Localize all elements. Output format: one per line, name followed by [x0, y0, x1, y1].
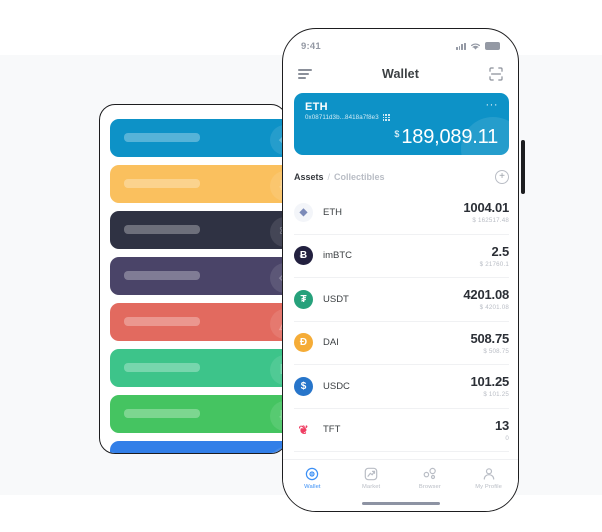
tab-my-profile[interactable]: My Profile: [459, 467, 518, 490]
tab-label: Browser: [418, 484, 441, 490]
usdt-token-icon: ₮: [294, 289, 313, 309]
card-stack-panel: ◆Ƀ⚛◇△NɃŁ: [99, 104, 287, 454]
wifi-icon: [471, 43, 480, 50]
status-time: 9:41: [301, 40, 321, 52]
asset-row[interactable]: ◆ ETH 1004.01 $ 162517.48: [294, 191, 509, 235]
asset-row[interactable]: Đ DAI 508.75 $ 508.75: [294, 322, 509, 365]
stack-card-placeholder-bar: [124, 271, 200, 280]
hamburger-menu-icon[interactable]: [298, 69, 312, 79]
asset-symbol: ETH: [323, 206, 342, 218]
asset-fiat-value: $ 162517.48: [472, 217, 509, 225]
asset-symbol: USDT: [323, 293, 349, 305]
screenshot-stage: ◆Ƀ⚛◇△NɃŁ 9:41 Wa: [0, 0, 602, 532]
asset-values: 508.75 $ 508.75: [470, 331, 509, 355]
asset-symbol: USDC: [323, 380, 350, 392]
asset-amount: 4201.08: [463, 287, 509, 303]
asset-fiat-value: $ 101.25: [483, 391, 509, 399]
stack-card-ethereum[interactable]: ◆: [110, 119, 286, 157]
card-address-row[interactable]: 0x08711d3b...8418a7f8e3: [305, 114, 498, 121]
asset-fiat-value: 0: [505, 434, 509, 442]
phone-power-button[interactable]: [521, 140, 525, 194]
page-title: Wallet: [382, 67, 419, 81]
card-currency-symbol: $: [394, 129, 400, 139]
tab-browser[interactable]: Browser: [401, 467, 460, 490]
balance-card[interactable]: ETH 0x08711d3b...8418a7f8e3 ··· $ 189,08…: [294, 93, 509, 155]
wallet-target-icon: [305, 467, 319, 481]
stack-card-placeholder-bar: [124, 225, 200, 234]
asset-values: 1004.01 $ 162517.48: [463, 200, 509, 224]
stack-card-bitcoin-cash[interactable]: Ƀ: [110, 395, 286, 433]
card-amount: 189,089.11: [401, 126, 498, 148]
home-indicator: [361, 501, 440, 505]
profile-person-icon: [482, 467, 496, 481]
battery-icon: [485, 42, 500, 50]
tab-label: Wallet: [304, 484, 321, 490]
asset-values: 101.25 $ 101.25: [470, 374, 509, 398]
asset-values: 2.5 $ 21760.1: [480, 244, 509, 268]
stack-card-placeholder-bar: [124, 179, 200, 188]
tab-assets[interactable]: Assets: [294, 172, 324, 182]
browser-nodes-icon: [423, 467, 437, 481]
asset-symbol: imBTC: [323, 250, 353, 262]
signal-bars-icon: [455, 42, 466, 50]
more-options-icon[interactable]: ···: [486, 100, 499, 111]
asset-symbol: DAI: [323, 337, 339, 349]
stack-card-placeholder-bar: [124, 409, 200, 418]
status-icons: [455, 42, 500, 51]
asset-fiat-value: $ 21760.1: [479, 260, 509, 268]
card-amount-row: $ 189,089.11: [394, 126, 498, 149]
asset-tabs-bar: Assets / Collectibles +: [294, 165, 509, 189]
add-asset-icon[interactable]: +: [495, 170, 509, 184]
asset-symbol: TFT: [323, 424, 341, 436]
tab-label: My Profile: [475, 484, 503, 490]
asset-amount: 13: [494, 417, 509, 433]
asset-fiat-value: $ 508.75: [483, 347, 509, 355]
stack-card-placeholder-bar: [124, 363, 200, 372]
market-chart-icon: [364, 467, 378, 481]
tab-separator: /: [327, 172, 331, 182]
stack-card-cosmos[interactable]: ⚛: [110, 211, 286, 249]
tab-market[interactable]: Market: [342, 467, 401, 490]
phone-device: 9:41 Wallet ETH 0x08711d3b...8418a7f8e3 …: [282, 28, 519, 512]
stack-card-tron[interactable]: △: [110, 303, 286, 341]
stack-card-eos[interactable]: ◇: [110, 257, 286, 295]
asset-row[interactable]: ₮ USDT 4201.08 $ 4201.08: [294, 278, 509, 322]
asset-values: 4201.08 $ 4201.08: [463, 287, 509, 311]
status-bar: 9:41: [283, 29, 518, 57]
asset-values: 13 0: [495, 418, 509, 442]
scan-qr-icon[interactable]: [489, 67, 503, 81]
asset-row[interactable]: ❦ TFT 13 0: [294, 409, 509, 452]
card-symbol: ETH: [305, 101, 328, 113]
card-stack: ◆Ƀ⚛◇△NɃŁ: [110, 119, 286, 453]
imbtc-token-icon: Ƀ: [294, 246, 313, 266]
asset-fiat-value: $ 4201.08: [479, 304, 509, 312]
asset-row[interactable]: ɃimBTC 2.5 $ 21760.1: [294, 235, 509, 278]
tft-token-icon: ❦: [294, 420, 313, 440]
asset-amount: 2.5: [491, 243, 509, 259]
stack-card-placeholder-bar: [124, 317, 200, 326]
tab-wallet[interactable]: Wallet: [283, 467, 342, 490]
stack-card-litecoin[interactable]: Ł: [110, 441, 286, 453]
tab-collectibles[interactable]: Collectibles: [334, 172, 385, 182]
dai-token-icon: Đ: [294, 333, 313, 353]
eth-token-icon: ◆: [294, 202, 313, 222]
qr-code-icon[interactable]: [382, 114, 390, 121]
stack-card-neo[interactable]: N: [110, 349, 286, 387]
stack-card-placeholder-bar: [124, 133, 200, 142]
asset-amount: 101.25: [470, 374, 509, 390]
asset-row[interactable]: $ USDC 101.25 $ 101.25: [294, 365, 509, 409]
asset-list[interactable]: ◆ ETH 1004.01 $ 162517.48 ɃimBTC 2.5 $ 21760.1…: [294, 191, 509, 459]
tab-label: Market: [361, 484, 381, 490]
stack-card-bitcoin[interactable]: Ƀ: [110, 165, 286, 203]
asset-amount: 508.75: [470, 330, 509, 346]
asset-amount: 1004.01: [463, 200, 509, 216]
nav-header: Wallet: [283, 59, 518, 89]
usdc-token-icon: $: [294, 376, 313, 396]
card-address: 0x08711d3b...8418a7f8e3: [305, 114, 379, 121]
